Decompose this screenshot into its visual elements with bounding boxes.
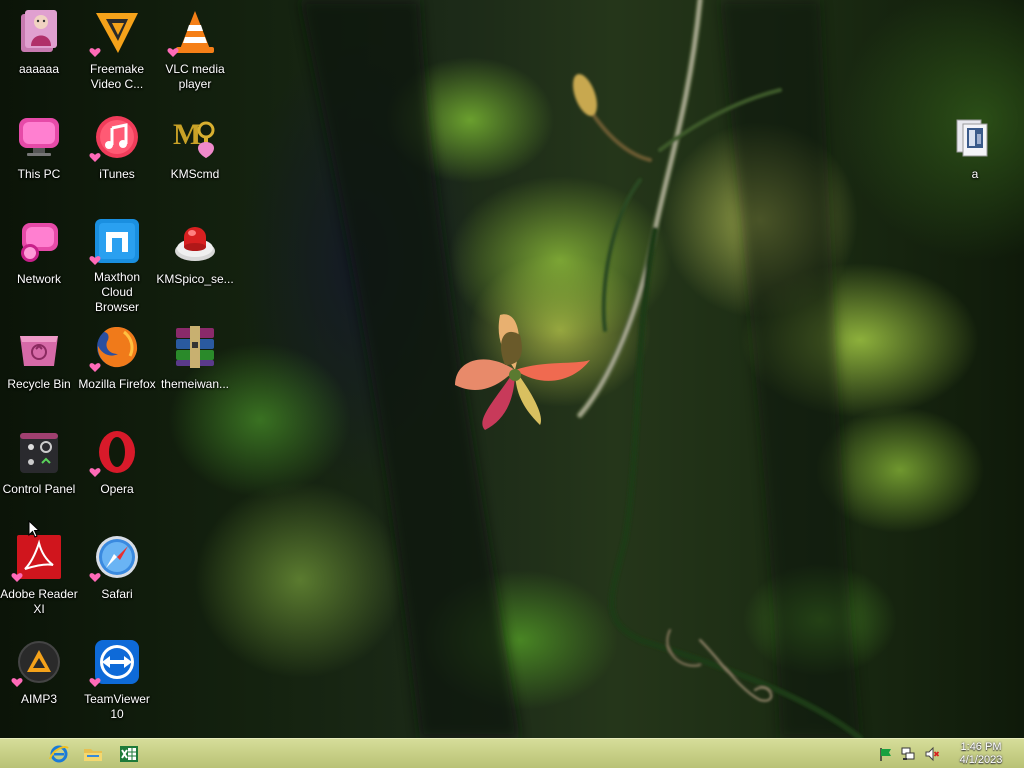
- freemake-video-icon: [89, 8, 141, 57]
- desktop-icon-label: Opera: [100, 482, 134, 496]
- safari-compass-icon: [89, 533, 141, 582]
- desktop-icon-label: TeamViewer 10: [84, 692, 150, 721]
- taskbar-internet-explorer[interactable]: [47, 742, 71, 766]
- user-folder-icon: [15, 8, 63, 56]
- desktop-icon-label: iTunes: [99, 167, 135, 181]
- desktop[interactable]: aaaaaa This PC Network Recycle Bin Contr…: [0, 0, 1024, 738]
- desktop-icon-label: themeiwan...: [160, 377, 230, 391]
- internet-explorer-icon: [49, 745, 69, 763]
- desktop-icon-adobe-reader[interactable]: Adobe Reader XI: [0, 529, 78, 629]
- desktop-icon-label: Freemake Video C...: [89, 62, 145, 91]
- volume-muted-icon[interactable]: [924, 746, 940, 762]
- desktop-icon-a[interactable]: a: [936, 109, 1014, 209]
- heart-overlay-icon: [167, 48, 179, 57]
- desktop-icon-maxthon[interactable]: Maxthon Cloud Browser: [78, 214, 156, 314]
- desktop-icon-label: KMSpico_se...: [156, 272, 234, 286]
- desktop-icon-this-pc[interactable]: This PC: [0, 109, 78, 209]
- desktop-icon-label: KMScmd: [170, 167, 220, 181]
- desktop-icon-label: Maxthon Cloud Browser: [93, 270, 141, 314]
- svg-text:M: M: [173, 118, 201, 151]
- heart-overlay-icon: [89, 256, 101, 265]
- maxthon-icon: [89, 218, 141, 265]
- desktop-icon-label: VLC media player: [165, 62, 225, 91]
- itunes-icon: [89, 113, 141, 162]
- image-stack-icon: [951, 113, 999, 161]
- heart-overlay-icon: [89, 48, 101, 57]
- desktop-icon-label: Network: [16, 272, 61, 286]
- desktop-icon-itunes[interactable]: iTunes: [78, 109, 156, 209]
- vlc-cone-icon: [167, 8, 219, 57]
- control-panel-icon: [15, 428, 63, 476]
- heart-overlay-icon: [11, 678, 23, 687]
- kmscmd-icon: M: [171, 113, 219, 161]
- excel-icon: [120, 746, 138, 762]
- aimp-icon: [11, 638, 63, 687]
- heart-overlay-icon: [89, 153, 101, 162]
- desktop-icon-freemake[interactable]: Freemake Video C...: [78, 4, 156, 104]
- desktop-icon-label: aaaaaa: [18, 62, 60, 76]
- network-icon[interactable]: [900, 746, 916, 762]
- desktop-icon-teamviewer[interactable]: TeamViewer 10: [78, 634, 156, 734]
- desktop-icon-network[interactable]: Network: [0, 214, 78, 314]
- desktop-icon-kmspico[interactable]: KMSpico_se...: [156, 214, 234, 314]
- opera-icon: [89, 428, 141, 477]
- teamviewer-icon: [89, 638, 141, 687]
- taskbar: 1:46 PM 4/1/2023: [0, 738, 1024, 768]
- desktop-icon-opera[interactable]: Opera: [78, 424, 156, 524]
- desktop-icon-aaaaaa[interactable]: aaaaaa: [0, 4, 78, 104]
- desktop-icon-recycle-bin[interactable]: Recycle Bin: [0, 319, 78, 419]
- computer-icon: [15, 113, 63, 161]
- desktop-icon-aimp3[interactable]: AIMP3: [0, 634, 78, 734]
- heart-overlay-icon: [11, 573, 23, 582]
- firefox-icon: [89, 323, 141, 372]
- taskbar-excel[interactable]: [117, 742, 141, 766]
- action-center-flag-icon[interactable]: [878, 746, 894, 762]
- desktop-icon-label: Recycle Bin: [7, 377, 71, 391]
- desktop-icon-safari[interactable]: Safari: [78, 529, 156, 629]
- network-globe-icon: [15, 218, 63, 266]
- desktop-icon-vlc[interactable]: VLC media player: [156, 4, 234, 104]
- desktop-icon-label: Safari: [101, 587, 133, 601]
- file-explorer-icon: [84, 749, 102, 761]
- recycle-bin-icon: [15, 323, 63, 371]
- taskbar-file-explorer[interactable]: [81, 742, 105, 766]
- desktop-icon-themeiwan[interactable]: themeiwan...: [156, 319, 234, 419]
- clock-date: 4/1/2023: [959, 754, 1003, 766]
- desktop-icon-label: This PC: [17, 167, 61, 181]
- desktop-icon-label: Control Panel: [2, 482, 76, 496]
- desktop-icon-kmscmd[interactable]: M KMScmd: [156, 109, 234, 209]
- mouse-pointer-icon: [28, 520, 40, 538]
- desktop-icon-control-panel[interactable]: Control Panel: [0, 424, 78, 524]
- desktop-icon-label: AIMP3: [20, 692, 57, 706]
- red-button-icon: [171, 218, 219, 266]
- winrar-archive-icon: [171, 323, 219, 371]
- heart-overlay-icon: [89, 573, 101, 582]
- clock-time: 1:46 PM: [960, 741, 1002, 753]
- heart-overlay-icon: [89, 363, 101, 372]
- heart-overlay-icon: [89, 678, 101, 687]
- desktop-icon-label: a: [971, 167, 979, 181]
- desktop-icon-label: Adobe Reader XI: [0, 587, 78, 616]
- desktop-icon-firefox[interactable]: Mozilla Firefox: [78, 319, 156, 419]
- system-clock[interactable]: 1:46 PM 4/1/2023: [948, 741, 1014, 767]
- desktop-icon-label: Mozilla Firefox: [78, 377, 156, 391]
- adobe-reader-icon: [11, 533, 63, 582]
- heart-overlay-icon: [89, 468, 101, 477]
